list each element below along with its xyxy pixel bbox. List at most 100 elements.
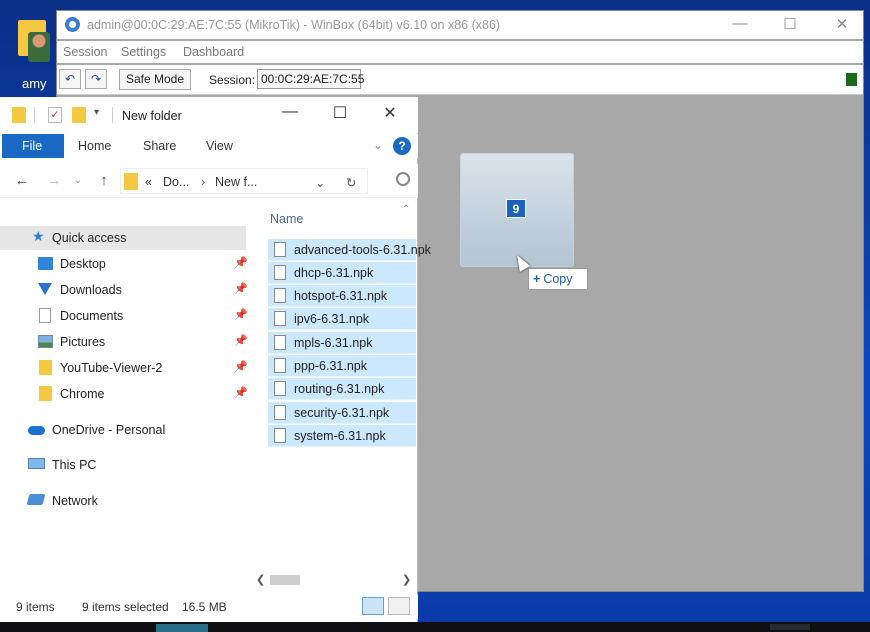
file-row[interactable]: routing-6.31.npk	[268, 378, 416, 400]
sidebar-item-label: Quick access	[52, 231, 127, 245]
explorer-close-button[interactable]: ✕	[370, 103, 410, 123]
back-arrow-icon[interactable]: ←	[12, 172, 32, 189]
help-icon[interactable]: ?	[393, 137, 411, 155]
pin-icon[interactable]: 📌	[234, 360, 248, 373]
file-row[interactable]: ipv6-6.31.npk	[268, 308, 416, 330]
sidebar-item-this-pc[interactable]: This PC	[0, 453, 246, 477]
expand-ribbon-icon[interactable]: ⌄	[373, 138, 383, 152]
sidebar-item-chrome[interactable]: Chrome 📌	[0, 382, 248, 406]
download-icon	[38, 283, 52, 295]
undo-button[interactable]: ↶	[59, 69, 81, 89]
session-field[interactable]: 00:0C:29:AE:7C:55	[257, 69, 364, 89]
menu-dashboard[interactable]: Dashboard	[183, 45, 244, 59]
winbox-app-icon	[65, 17, 80, 32]
scroll-left-icon[interactable]: ❮	[256, 573, 265, 586]
explorer-maximize-button[interactable]: ☐	[320, 103, 360, 123]
horizontal-scrollbar[interactable]: ❮ ❯	[256, 571, 418, 589]
breadcrumb-documents[interactable]: Do...	[163, 175, 189, 189]
sidebar-item-desktop[interactable]: Desktop 📌	[0, 252, 248, 276]
tab-home[interactable]: Home	[78, 134, 111, 158]
recent-locations-icon[interactable]: ⌄	[68, 175, 88, 186]
file-name: hotspot-6.31.npk	[294, 289, 388, 303]
details-view-icon[interactable]	[362, 597, 384, 615]
taskbar-app-button[interactable]	[156, 624, 208, 632]
drag-count-badge: 9	[506, 199, 526, 218]
sidebar-item-network[interactable]: Network	[0, 489, 246, 513]
pin-icon[interactable]: 📌	[234, 308, 248, 321]
file-name: security-6.31.npk	[294, 406, 390, 420]
file-row[interactable]: hotspot-6.31.npk	[268, 285, 416, 307]
address-row: ← → ⌄ ↑ « Do... › New f... ⌄ ↻	[0, 164, 418, 198]
file-row[interactable]: ppp-6.31.npk	[268, 355, 416, 377]
forward-arrow-icon[interactable]: →	[44, 172, 64, 189]
refresh-icon[interactable]: ↻	[346, 175, 356, 190]
file-row[interactable]: system-6.31.npk	[268, 425, 416, 447]
computer-icon	[28, 458, 45, 469]
search-icon[interactable]	[396, 172, 410, 186]
status-selected-count: 9 items selected	[82, 600, 169, 614]
file-icon	[274, 381, 286, 396]
sidebar-item-onedrive[interactable]: OneDrive - Personal	[0, 418, 246, 442]
breadcrumb-overflow[interactable]: «	[145, 175, 152, 189]
maximize-button[interactable]: ☐	[775, 15, 805, 33]
close-button[interactable]: ✕	[827, 15, 857, 33]
new-folder-icon[interactable]	[72, 107, 86, 123]
file-row[interactable]: advanced-tools-6.31.npk	[268, 239, 431, 261]
folder-icon	[12, 107, 26, 123]
status-bar: 9 items 9 items selected 16.5 MB	[0, 595, 418, 619]
file-row[interactable]: mpls-6.31.npk	[268, 332, 416, 354]
sidebar-item-documents[interactable]: Documents 📌	[0, 304, 248, 328]
tab-file[interactable]: File	[2, 134, 64, 158]
pin-icon[interactable]: 📌	[234, 282, 248, 295]
desktop-user-folder[interactable]: amy	[8, 14, 54, 94]
file-row[interactable]: dhcp-6.31.npk	[268, 262, 416, 284]
large-icons-view-icon[interactable]	[388, 597, 410, 615]
sort-ascending-icon: ⌃	[402, 204, 411, 215]
pin-icon[interactable]: 📌	[234, 256, 248, 269]
scrollbar-thumb[interactable]	[270, 575, 300, 585]
file-icon	[274, 242, 286, 257]
menu-session[interactable]: Session	[63, 45, 107, 59]
pin-icon[interactable]: 📌	[234, 334, 248, 347]
session-label: Session:	[209, 73, 256, 87]
file-icon	[274, 265, 286, 280]
breadcrumb-new-folder[interactable]: New f...	[215, 175, 257, 189]
tab-share[interactable]: Share	[143, 134, 176, 158]
file-name: dhcp-6.31.npk	[294, 266, 374, 280]
document-icon	[39, 308, 51, 323]
file-icon	[274, 335, 286, 350]
tab-view[interactable]: View	[206, 134, 233, 158]
column-header-name[interactable]: Name	[270, 212, 303, 226]
title-separator	[112, 107, 113, 123]
quick-access-separator	[34, 107, 35, 123]
sidebar-item-quick-access[interactable]: ★ Quick access	[0, 226, 246, 250]
safe-mode-button[interactable]: Safe Mode	[119, 69, 191, 90]
sidebar-item-downloads[interactable]: Downloads 📌	[0, 278, 248, 302]
explorer-minimize-button[interactable]: —	[270, 103, 310, 121]
connection-status-icon	[846, 73, 857, 86]
user-avatar-icon	[28, 32, 50, 62]
sidebar-item-pictures[interactable]: Pictures 📌	[0, 330, 248, 354]
file-row[interactable]: security-6.31.npk	[268, 402, 416, 424]
minimize-button[interactable]: —	[725, 15, 755, 32]
address-dropdown-icon[interactable]: ⌄	[315, 175, 325, 190]
customize-toolbar-icon[interactable]: ▾	[94, 107, 108, 123]
pin-icon[interactable]: 📌	[234, 386, 248, 399]
pictures-icon	[38, 335, 53, 348]
undo-icon: ↶	[64, 72, 76, 86]
status-selected-size: 16.5 MB	[182, 600, 227, 614]
address-bar[interactable]: « Do... › New f... ⌄ ↻	[120, 168, 368, 194]
taskbar-clock[interactable]	[770, 624, 810, 630]
winbox-title-bar[interactable]: admin@00:0C:29:AE:7C:55 (MikroTik) - Win…	[57, 11, 863, 39]
scroll-right-icon[interactable]: ❯	[402, 573, 411, 586]
explorer-title-bar[interactable]: ✓ ▾ New folder — ☐ ✕	[0, 97, 418, 133]
copy-tooltip: + Copy	[528, 268, 588, 290]
sidebar-item-youtube-viewer[interactable]: YouTube-Viewer-2 📌	[0, 356, 248, 380]
ribbon-tabs: File Home Share View ⌄ ?	[0, 134, 418, 158]
redo-button[interactable]: ↷	[85, 69, 107, 89]
desktop-icon	[38, 257, 53, 270]
up-arrow-icon[interactable]: ↑	[94, 172, 114, 189]
folder-icon	[39, 360, 52, 375]
properties-icon[interactable]: ✓	[48, 107, 62, 123]
menu-settings[interactable]: Settings	[121, 45, 166, 59]
